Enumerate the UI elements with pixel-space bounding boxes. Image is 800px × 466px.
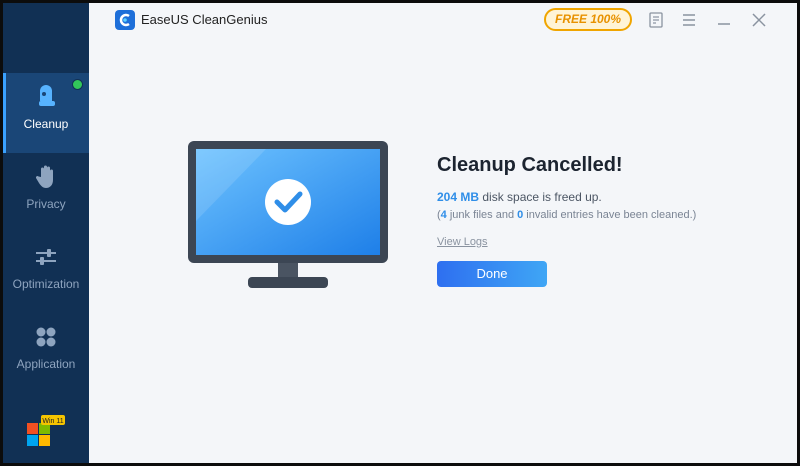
app-title: EaseUS CleanGenius — [141, 12, 268, 27]
feedback-icon[interactable] — [645, 9, 667, 31]
free-badge[interactable]: FREE 100% — [544, 8, 632, 31]
sidebar-item-application[interactable]: Application — [3, 313, 89, 393]
success-check-icon — [265, 179, 311, 225]
freed-space-text: 204 MB disk space is freed up. — [437, 190, 602, 204]
monitor-illustration — [188, 141, 388, 288]
win-badge-label: Win 11 — [42, 418, 63, 425]
app-window: Cleanup Privacy Optimization Application… — [3, 3, 797, 463]
hand-icon — [35, 165, 53, 188]
result-title: Cleanup Cancelled! — [437, 154, 623, 176]
menu-icon[interactable] — [678, 9, 700, 31]
done-button[interactable]: Done — [437, 261, 547, 287]
vacuum-icon — [39, 85, 55, 106]
sliders-icon — [36, 249, 56, 265]
apps-grid-icon — [36, 327, 56, 347]
freed-space-value: 204 MB — [437, 190, 480, 204]
sidebar-item-label: Privacy — [26, 197, 66, 211]
sidebar-item-optimization[interactable]: Optimization — [3, 233, 89, 313]
sidebar: Cleanup Privacy Optimization Application… — [3, 3, 89, 463]
view-logs-link[interactable]: View Logs — [437, 236, 488, 248]
sidebar-item-cleanup[interactable]: Cleanup — [3, 73, 89, 153]
close-icon[interactable] — [748, 9, 770, 31]
windows-11-badge-icon[interactable]: Win 11 — [27, 415, 67, 451]
app-logo-icon — [115, 10, 135, 30]
sidebar-item-label: Application — [16, 357, 76, 371]
title-bar: EaseUS CleanGenius FREE 100% — [89, 3, 797, 39]
minimize-icon[interactable] — [713, 9, 735, 31]
sidebar-item-privacy[interactable]: Privacy — [3, 153, 89, 233]
cleaned-summary-text: (4 junk files and 0 invalid entries have… — [437, 209, 697, 221]
sidebar-item-label: Cleanup — [23, 117, 69, 131]
sidebar-item-label: Optimization — [12, 277, 80, 291]
completed-check-icon — [72, 79, 83, 90]
